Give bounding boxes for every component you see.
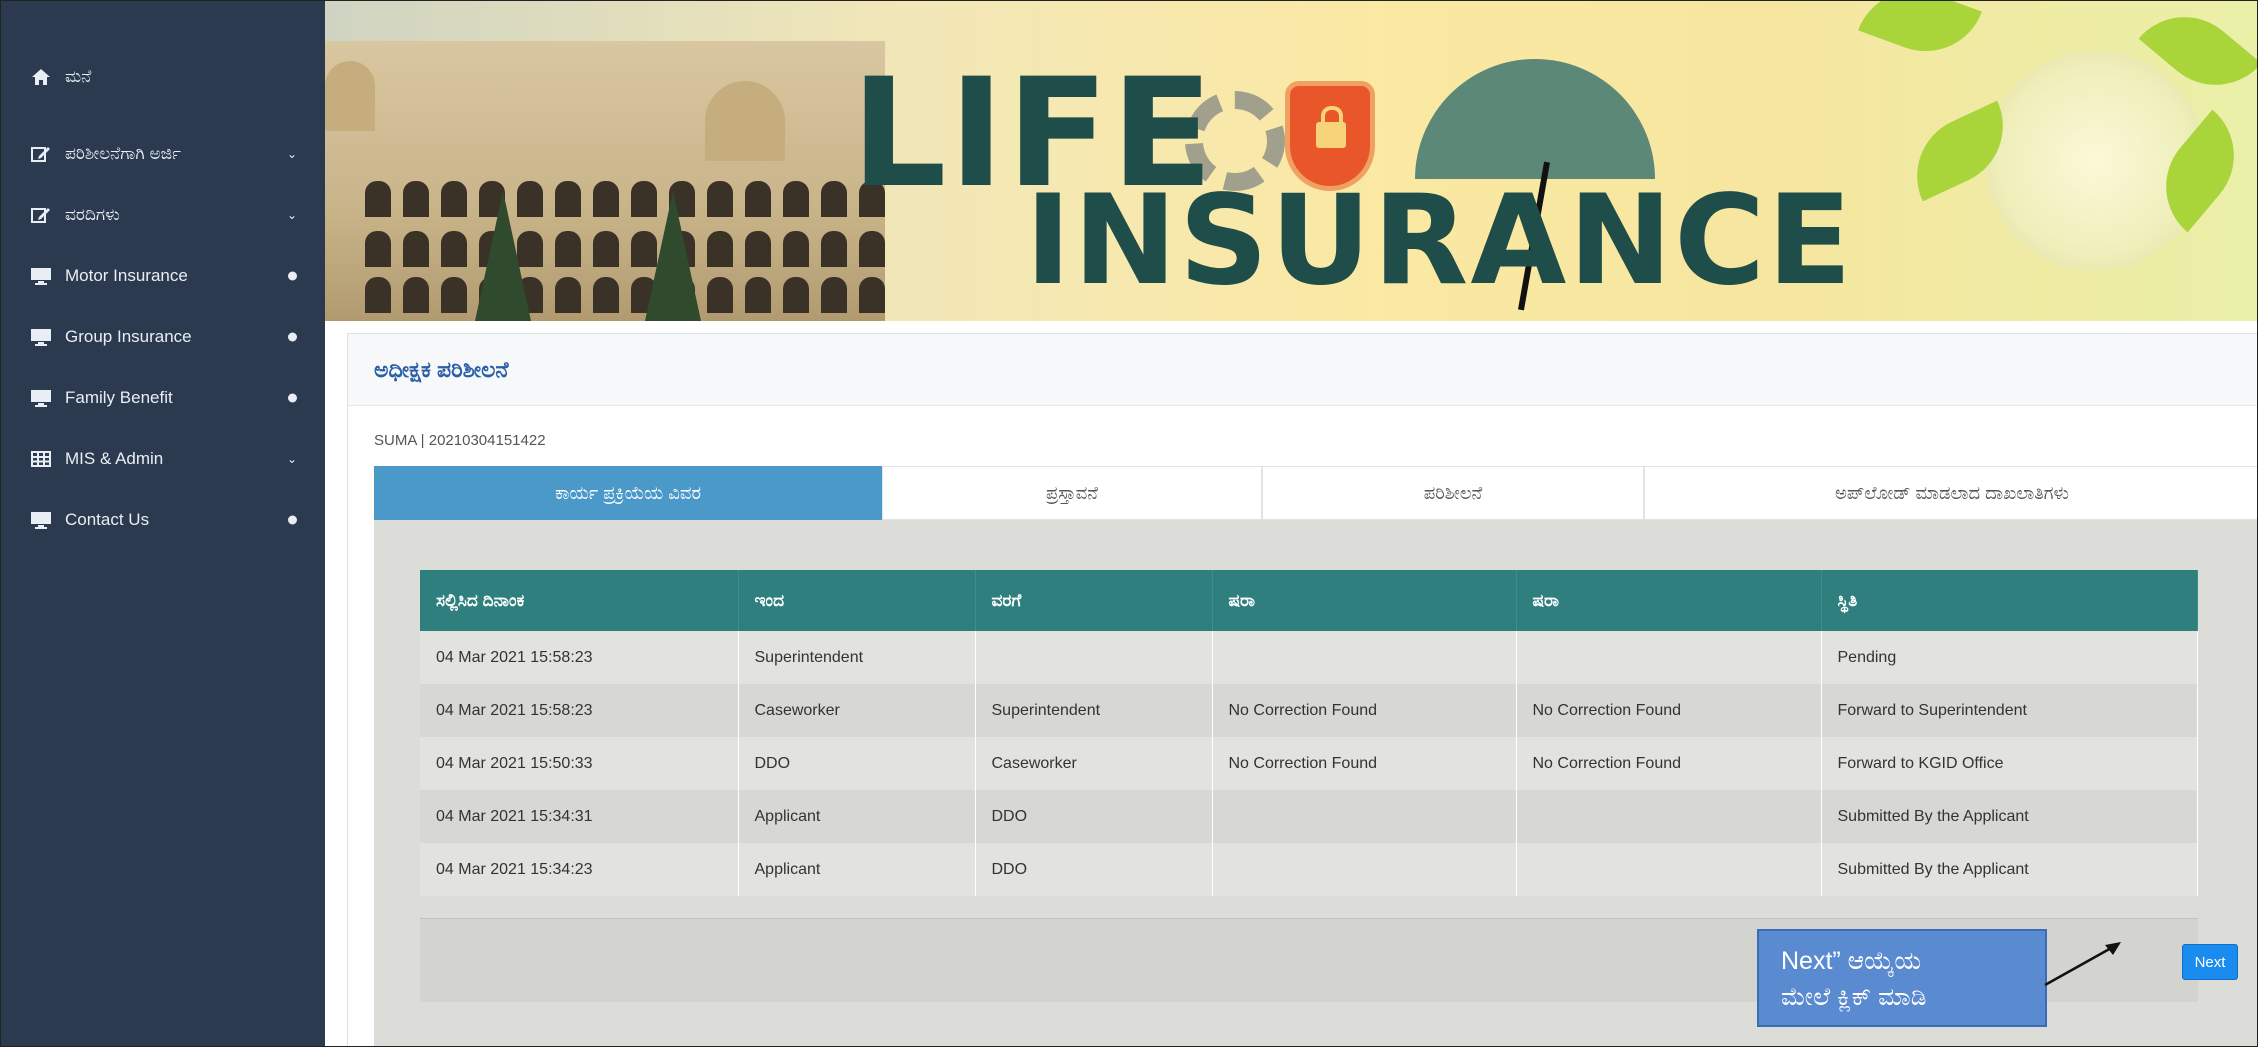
table-cell: Forward to KGID Office xyxy=(1821,737,2198,790)
edit-icon xyxy=(29,205,53,225)
next-button[interactable]: Next xyxy=(2182,944,2238,980)
sidebar-item-label: MIS & Admin xyxy=(65,448,164,468)
table-cell xyxy=(1212,631,1517,684)
table-cell: 04 Mar 2021 15:50:33 xyxy=(420,737,739,790)
sidebar-item-mis-admin[interactable]: MIS & Admin ⌄ xyxy=(1,428,325,489)
edit-icon xyxy=(29,144,53,164)
table-cell: Caseworker xyxy=(738,684,976,737)
sidebar-item-home[interactable]: ಮನೆ xyxy=(1,53,325,101)
arrow-icon xyxy=(2044,942,2121,987)
chevron-down-icon: ⌄ xyxy=(286,451,297,466)
monitor-icon xyxy=(29,266,53,286)
callout-line: ಮೇಲೆ ಕ್ಲಿಕ್ ಮಾಡಿ xyxy=(1781,983,1927,1011)
table-cell xyxy=(1516,790,1822,843)
callout-line: Next” ಆಯ್ಕೆಯ xyxy=(1781,947,1922,975)
column-header-from: ಇಂದ xyxy=(738,570,976,631)
sidebar-item-group-insurance[interactable]: Group Insurance xyxy=(1,306,325,367)
table-cell: DDO xyxy=(975,843,1213,896)
sidebar-item-label: Family Benefit xyxy=(65,387,173,407)
sidebar: ಮನೆ ಪರಿಶೀಲನೆಗಾಗಿ ಅರ್ಜಿ ⌄ ವರದಿಗಳು ⌄ Motor… xyxy=(1,1,325,1046)
dot-icon xyxy=(288,332,297,341)
sidebar-item-label: ಮನೆ xyxy=(65,67,92,86)
life-insurance-banner: LIFE INSURANCE xyxy=(325,1,2257,321)
table-cell xyxy=(1516,843,1822,896)
tab-proposal[interactable]: ಪ್ರಸ್ತಾವನೆ xyxy=(882,466,1262,520)
column-header-remarks: ಷರಾ xyxy=(1516,570,1822,631)
table-cell: Submitted By the Applicant xyxy=(1821,843,2198,896)
instruction-callout: Next” ಆಯ್ಕೆಯ ಮೇಲೆ ಕ್ಲಿಕ್ ಮಾಡಿ xyxy=(1757,929,2047,1027)
column-header-remarks: ಷರಾ xyxy=(1212,570,1517,631)
sidebar-item-label: Motor Insurance xyxy=(65,265,188,285)
tab-workflow-details[interactable]: ಕಾರ್ಯ ಪ್ರಕ್ರಿಯೆಯ ವಿವರ xyxy=(374,466,882,520)
chevron-down-icon: ⌄ xyxy=(286,146,297,161)
chevron-down-icon: ⌄ xyxy=(286,207,297,222)
card-header: ಅಧೀಕ್ಷಕ ಪರಿಶೀಲನೆ xyxy=(348,334,2257,406)
table-cell: Forward to Superintendent xyxy=(1821,684,2198,737)
sidebar-item-label: ವರದಿಗಳು xyxy=(65,204,120,224)
column-header-submitted-date: ಸಲ್ಲಿಸಿದ ದಿನಾಂಕ xyxy=(420,570,739,631)
sidebar-item-label: Group Insurance xyxy=(65,326,192,346)
table-cell: 04 Mar 2021 15:34:23 xyxy=(420,843,739,896)
table-row: 04 Mar 2021 15:34:23 Applicant DDO Submi… xyxy=(420,843,2198,896)
tab-bar: ಕಾರ್ಯ ಪ್ರಕ್ರಿಯೆಯ ವಿವರ ಪ್ರಸ್ತಾವನೆ ಪರಿಶೀಲನ… xyxy=(374,466,2257,520)
workflow-history-table: ಸಲ್ಲಿಸಿದ ದಿನಾಂಕ ಇಂದ ವರಗೆ ಷರಾ ಷರಾ ಸ್ಥಿತಿ … xyxy=(420,570,2198,896)
monitor-icon xyxy=(29,388,53,408)
monitor-icon xyxy=(29,327,53,347)
table-cell: No Correction Found xyxy=(1212,737,1517,790)
table-cell xyxy=(1212,843,1517,896)
table-cell: 04 Mar 2021 15:58:23 xyxy=(420,684,739,737)
sidebar-item-label: ಪರಿಶೀಲನೆಗಾಗಿ ಅರ್ಜಿ xyxy=(65,143,181,163)
sidebar-item-motor-insurance[interactable]: Motor Insurance xyxy=(1,245,325,306)
table-cell xyxy=(975,631,1213,684)
table-cell: 04 Mar 2021 15:34:31 xyxy=(420,790,739,843)
table-row: 04 Mar 2021 15:34:31 Applicant DDO Submi… xyxy=(420,790,2198,843)
vidhana-soudha-building-image xyxy=(325,41,885,321)
home-icon xyxy=(29,67,53,87)
dot-icon xyxy=(288,271,297,280)
table-cell: Superintendent xyxy=(738,631,976,684)
application-id-line: SUMA | 20210304151422 xyxy=(374,432,546,449)
table-cell: 04 Mar 2021 15:58:23 xyxy=(420,631,739,684)
table-icon xyxy=(29,449,53,469)
table-row: 04 Mar 2021 15:58:23 Superintendent Pend… xyxy=(420,631,2198,684)
sidebar-item-label: Contact Us xyxy=(65,509,150,529)
table-cell: DDO xyxy=(738,737,976,790)
table-cell xyxy=(1212,790,1517,843)
table-row: 04 Mar 2021 15:50:33 DDO Caseworker No C… xyxy=(420,737,2198,790)
table-cell: No Correction Found xyxy=(1516,737,1822,790)
table-cell: No Correction Found xyxy=(1516,684,1822,737)
table-cell: DDO xyxy=(975,790,1213,843)
table-cell: Applicant xyxy=(738,790,976,843)
sidebar-item-reports[interactable]: ವರದಿಗಳು ⌄ xyxy=(1,184,325,245)
column-header-to: ವರಗೆ xyxy=(975,570,1213,631)
table-cell: Superintendent xyxy=(975,684,1213,737)
column-header-status: ಸ್ಥಿತಿ xyxy=(1821,570,2198,631)
dot-icon xyxy=(288,515,297,524)
tab-uploaded-documents[interactable]: ಅಪ್‌ಲೋಡ್ ಮಾಡಲಾದ ದಾಖಲಾತಿಗಳು xyxy=(1644,466,2257,520)
page-title: ಅಧೀಕ್ಷಕ ಪರಿಶೀಲನೆ xyxy=(374,356,509,382)
dot-icon xyxy=(288,393,297,402)
tab-verification[interactable]: ಪರಿಶೀಲನೆ xyxy=(1262,466,1644,520)
sidebar-item-family-benefit[interactable]: Family Benefit xyxy=(1,367,325,428)
leaf-image xyxy=(1858,1,1982,69)
table-cell: Submitted By the Applicant xyxy=(1821,790,2198,843)
table-cell xyxy=(1516,631,1822,684)
table-cell: No Correction Found xyxy=(1212,684,1517,737)
table-cell: Applicant xyxy=(738,843,976,896)
sidebar-item-verification-request[interactable]: ಪರಿಶೀಲನೆಗಾಗಿ ಅರ್ಜಿ ⌄ xyxy=(1,123,325,184)
umbrella-icon xyxy=(1415,59,1655,179)
banner-title-insurance: INSURANCE xyxy=(1025,169,1854,313)
table-cell: Caseworker xyxy=(975,737,1213,790)
app-frame: ಮನೆ ಪರಿಶೀಲನೆಗಾಗಿ ಅರ್ಜಿ ⌄ ವರದಿಗಳು ⌄ Motor… xyxy=(0,0,2258,1047)
table-cell: Pending xyxy=(1821,631,2198,684)
sidebar-item-contact-us[interactable]: Contact Us xyxy=(1,489,325,550)
table-row: 04 Mar 2021 15:58:23 Caseworker Superint… xyxy=(420,684,2198,737)
monitor-icon xyxy=(29,510,53,530)
